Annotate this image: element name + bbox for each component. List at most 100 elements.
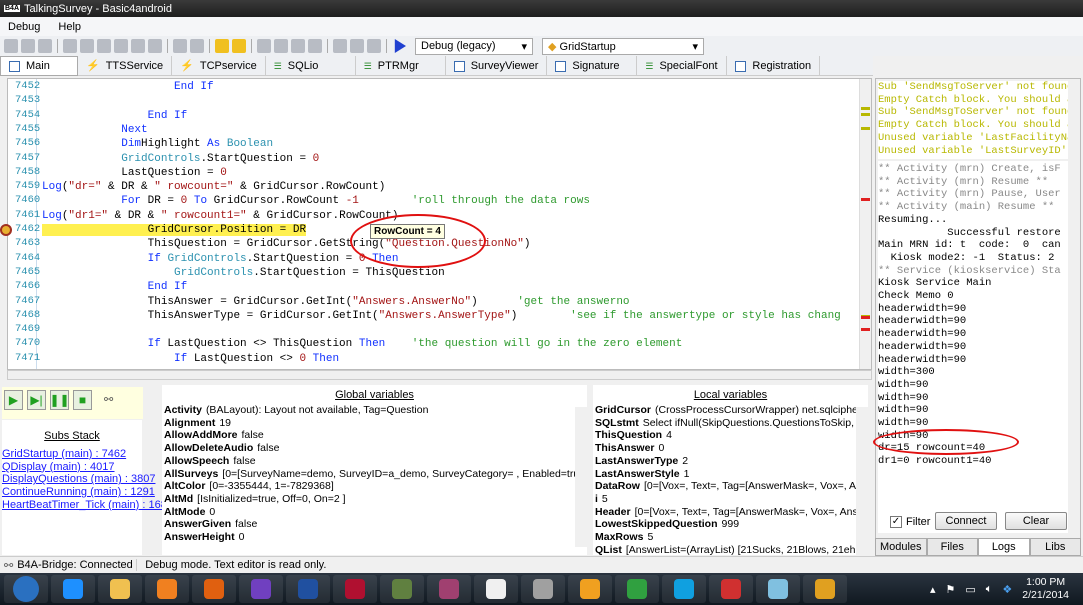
tools-icon[interactable]: [521, 575, 565, 603]
tab-signature[interactable]: Signature: [547, 56, 638, 76]
variable-row[interactable]: ThisQuestion 4: [593, 429, 868, 442]
link-icon[interactable]: ⚯: [104, 390, 113, 416]
variable-row[interactable]: Activity (BALayout): Layout not available…: [162, 404, 587, 417]
warning-item[interactable]: Unused variable 'LastFacilityNa: [878, 132, 1068, 145]
variable-row[interactable]: SQLstmt Select ifNull(SkipQuestions.Quest…: [593, 417, 868, 430]
subs-stack-item[interactable]: HeartBeatTimer_Tick (main) : 168: [2, 499, 167, 512]
menu-help[interactable]: Help: [58, 21, 81, 33]
bookmark-next-icon[interactable]: [291, 39, 305, 53]
clock[interactable]: 1:00 PM 2/21/2014: [1022, 576, 1069, 602]
subs-stack-item[interactable]: GridStartup (main) : 7462: [2, 448, 142, 461]
checkbox-checked-icon[interactable]: ✓: [890, 516, 902, 528]
tab-tcpservice[interactable]: ⚡ TCPservice: [172, 56, 266, 76]
variable-row[interactable]: AllowAddMore false: [162, 429, 587, 442]
volume-icon[interactable]: 🔈︎: [986, 583, 993, 596]
tab-files[interactable]: Files: [926, 538, 978, 556]
warning-item[interactable]: Unused variable 'LastSurveyID'.: [878, 145, 1068, 158]
global-variables-scrollbar[interactable]: [575, 407, 587, 547]
undo-icon[interactable]: [114, 39, 128, 53]
warning-item[interactable]: Empty Catch block. You should a: [878, 119, 1068, 132]
firefox-icon[interactable]: [192, 575, 236, 603]
media-player-icon[interactable]: [145, 575, 189, 603]
variable-row[interactable]: Alignment 19: [162, 417, 587, 430]
internet-explorer-icon[interactable]: [51, 575, 95, 603]
lambda-app-icon[interactable]: [427, 575, 471, 603]
tab-modules[interactable]: Modules: [875, 538, 927, 556]
editor-vertical-scrollbar[interactable]: [859, 79, 871, 369]
variable-row[interactable]: GridCursor (CrossProcessCursorWrapper) ne…: [593, 404, 868, 417]
variable-row[interactable]: AnswerGiven false: [162, 518, 587, 531]
bookmark-clear-icon[interactable]: [308, 39, 322, 53]
variable-row[interactable]: AnswerHeight 0: [162, 531, 587, 544]
variable-row[interactable]: MaxRows 5: [593, 531, 868, 544]
tab-libs[interactable]: Libs: [1029, 538, 1081, 556]
sub-select[interactable]: ◆ GridStartup ▾: [542, 37, 704, 55]
save-icon[interactable]: [38, 39, 52, 53]
bookmark-prev-icon[interactable]: [274, 39, 288, 53]
skype-icon[interactable]: [662, 575, 706, 603]
tab-surveyviewer[interactable]: SurveyViewer: [446, 56, 548, 76]
variable-row[interactable]: AltMode 0: [162, 506, 587, 519]
open-icon[interactable]: [21, 39, 35, 53]
variable-row[interactable]: AllowSpeech false: [162, 455, 587, 468]
back-icon[interactable]: [215, 39, 229, 53]
variable-row[interactable]: Header [0=[Vox=, Text=, Tag=[AnswerMask=,…: [593, 506, 868, 519]
filter-checkbox[interactable]: ✓ Filter: [890, 516, 930, 528]
file-explorer-icon[interactable]: [98, 575, 142, 603]
variable-row[interactable]: LastAnswerStyle 1: [593, 468, 868, 481]
notepad-icon[interactable]: [756, 575, 800, 603]
tab-logs[interactable]: Logs: [978, 538, 1030, 556]
outlook-icon[interactable]: [568, 575, 612, 603]
run-icon[interactable]: [394, 39, 406, 53]
cut-icon[interactable]: [80, 39, 94, 53]
uncomment-icon[interactable]: [190, 39, 204, 53]
tiles-app-icon[interactable]: [803, 575, 847, 603]
basic4android-icon[interactable]: [474, 575, 518, 603]
build-config-select[interactable]: Debug (legacy) ▾: [415, 37, 533, 55]
variable-row[interactable]: i5: [593, 493, 868, 506]
variable-row[interactable]: LastAnswerType 2: [593, 455, 868, 468]
warning-item[interactable]: Empty Catch block. You should a: [878, 94, 1068, 107]
find-icon[interactable]: [148, 39, 162, 53]
variable-row[interactable]: AllowDeleteAudio false: [162, 442, 587, 455]
redo-icon[interactable]: [131, 39, 145, 53]
warning-item[interactable]: Sub 'SendMsgToServer' not found: [878, 81, 1068, 94]
subs-stack-item[interactable]: ContinueRunning (main) : 1291: [2, 486, 155, 499]
comment-icon[interactable]: [173, 39, 187, 53]
variable-row[interactable]: AltColor [0=-3355444, 1=-7829368]: [162, 480, 587, 493]
copy-icon[interactable]: [63, 39, 77, 53]
variable-row[interactable]: ThisAnswer 0: [593, 442, 868, 455]
step-icon[interactable]: ▶|: [27, 390, 46, 410]
bookmark-icon[interactable]: [257, 39, 271, 53]
tab-main[interactable]: Main: [0, 56, 78, 76]
variable-row[interactable]: LowestSkippedQuestion 999: [593, 518, 868, 531]
clear-button[interactable]: Clear: [1005, 512, 1067, 530]
variable-row[interactable]: QList [AnswerList=(ArrayList) [21Sucks, 2…: [593, 544, 868, 555]
connect-button[interactable]: Connect: [935, 512, 997, 530]
pause-icon[interactable]: ❚❚: [49, 390, 70, 410]
tab-ptrmgr[interactable]: ☰ PTRMgr: [356, 56, 446, 76]
toolbox-icon[interactable]: [709, 575, 753, 603]
run-icon[interactable]: ▶: [4, 390, 23, 410]
outdent-icon[interactable]: [367, 39, 381, 53]
turtle-app-icon[interactable]: [380, 575, 424, 603]
warning-item[interactable]: Sub 'SendMsgToServer' not found: [878, 106, 1068, 119]
tab-registration[interactable]: Registration: [727, 56, 821, 76]
start-button[interactable]: [4, 575, 48, 603]
tab-ttsservice[interactable]: ⚡ TTSService: [78, 56, 173, 76]
network-icon[interactable]: ▭: [965, 583, 975, 596]
font-size-icon[interactable]: [333, 39, 347, 53]
show-hidden-icons-icon[interactable]: ▴: [930, 583, 936, 596]
paste-icon[interactable]: [97, 39, 111, 53]
variable-row[interactable]: AllSurveys [0=[SurveyName=demo, SurveyID=…: [162, 468, 587, 481]
editor-horizontal-scrollbar[interactable]: [7, 370, 872, 380]
tab-sqlio[interactable]: ☰ SQLio: [266, 56, 356, 76]
subs-stack-item[interactable]: DisplayQuestions (main) : 3807: [2, 473, 155, 486]
forward-icon[interactable]: [232, 39, 246, 53]
action-center-flag-icon[interactable]: ⚑: [946, 583, 956, 596]
local-variables-scrollbar[interactable]: [856, 407, 868, 555]
access-icon[interactable]: [333, 575, 377, 603]
tab-specialfont[interactable]: ☰ SpecialFont: [637, 56, 728, 76]
variable-row[interactable]: DataRow [0=[Vox=, Text=, Tag=[AnswerMask=…: [593, 480, 868, 493]
chrome-icon[interactable]: [615, 575, 659, 603]
